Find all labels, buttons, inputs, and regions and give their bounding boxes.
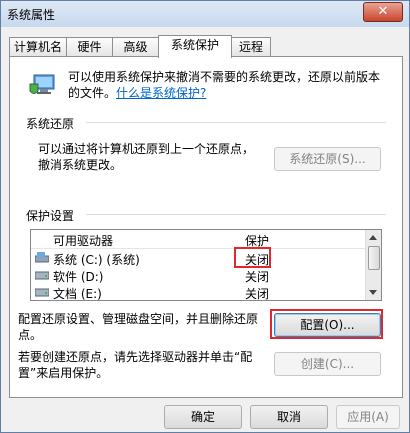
system-drive-icon bbox=[34, 251, 50, 263]
computer-shield-icon bbox=[26, 69, 58, 101]
create-description: 若要创建还原点，请先选择驱动器并单击“配置”来启用保护。 bbox=[18, 350, 253, 380]
highlight-box-status bbox=[234, 247, 271, 268]
column-available-drives[interactable]: 可用驱动器 bbox=[53, 232, 113, 249]
tab-system-protection[interactable]: 系统保护 bbox=[158, 35, 232, 58]
protection-divider bbox=[86, 214, 386, 215]
drive-row-e[interactable]: 文档 (E:) 关闭 bbox=[31, 284, 365, 301]
configure-description: 配置还原设置、管理磁盘空间，并且删除还原点。 bbox=[18, 312, 259, 342]
drive-icon bbox=[34, 268, 50, 280]
restore-group-label: 系统还原 bbox=[26, 117, 75, 131]
protection-status-e: 关闭 bbox=[245, 287, 270, 301]
ok-button[interactable]: 确定 bbox=[164, 405, 242, 429]
create-restore-point-button[interactable]: 创建(C)... bbox=[274, 352, 381, 376]
drive-name-c: 系统 (C:) (系统) bbox=[53, 253, 140, 267]
system-properties-window: 系统属性 ✕ 计算机名 硬件 高级 系统保护 远程 可以使用系统保护来撤消不需要… bbox=[0, 0, 410, 433]
drive-list-scrollbar[interactable] bbox=[365, 230, 381, 300]
intro-description: 可以使用系统保护来撤消不需要的系统更改，还原以前版本的文件。 bbox=[68, 70, 381, 100]
tab-hardware[interactable]: 硬件 bbox=[66, 37, 113, 56]
what-is-system-protection-link[interactable]: 什么是系统保护? bbox=[116, 86, 206, 100]
window-title: 系统属性 bbox=[7, 8, 56, 22]
scroll-thumb[interactable] bbox=[368, 246, 380, 270]
drive-row-c[interactable]: 系统 (C:) (系统) 关闭 bbox=[31, 250, 365, 267]
scroll-down-icon[interactable] bbox=[369, 290, 377, 295]
drive-list[interactable]: 可用驱动器 保护 系统 (C:) (系统) 关闭 软件 (D:) 关闭 文档 (… bbox=[30, 229, 382, 301]
tab-advanced[interactable]: 高级 bbox=[112, 37, 159, 56]
protection-group-label: 保护设置 bbox=[26, 209, 75, 223]
tab-remote[interactable]: 远程 bbox=[231, 37, 271, 56]
restore-description: 可以通过将计算机还原到上一个还原点，撤消系统更改。 bbox=[38, 142, 255, 172]
cancel-button[interactable]: 取消 bbox=[250, 405, 328, 429]
protection-status-d: 关闭 bbox=[245, 270, 270, 284]
drive-icon bbox=[34, 285, 50, 297]
system-restore-button[interactable]: 系统还原(S)... bbox=[274, 147, 381, 171]
title-bar[interactable]: 系统属性 ✕ bbox=[1, 1, 409, 27]
system-protection-panel: 可以使用系统保护来撤消不需要的系统更改，还原以前版本的文件。什么是系统保护? 系… bbox=[9, 56, 403, 398]
drive-row-d[interactable]: 软件 (D:) 关闭 bbox=[31, 267, 365, 284]
intro-text: 可以使用系统保护来撤消不需要的系统更改，还原以前版本的文件。什么是系统保护? bbox=[68, 69, 388, 101]
drive-name-d: 软件 (D:) bbox=[53, 270, 104, 284]
apply-button[interactable]: 应用(A) bbox=[336, 405, 400, 429]
close-button[interactable]: ✕ bbox=[363, 2, 403, 22]
drive-name-e: 文档 (E:) bbox=[53, 287, 102, 301]
tab-computer-name[interactable]: 计算机名 bbox=[9, 37, 67, 56]
drive-list-header: 可用驱动器 保护 bbox=[31, 230, 365, 249]
highlight-box-configure bbox=[270, 309, 383, 339]
scroll-up-icon[interactable] bbox=[369, 235, 377, 240]
restore-divider bbox=[86, 122, 386, 123]
